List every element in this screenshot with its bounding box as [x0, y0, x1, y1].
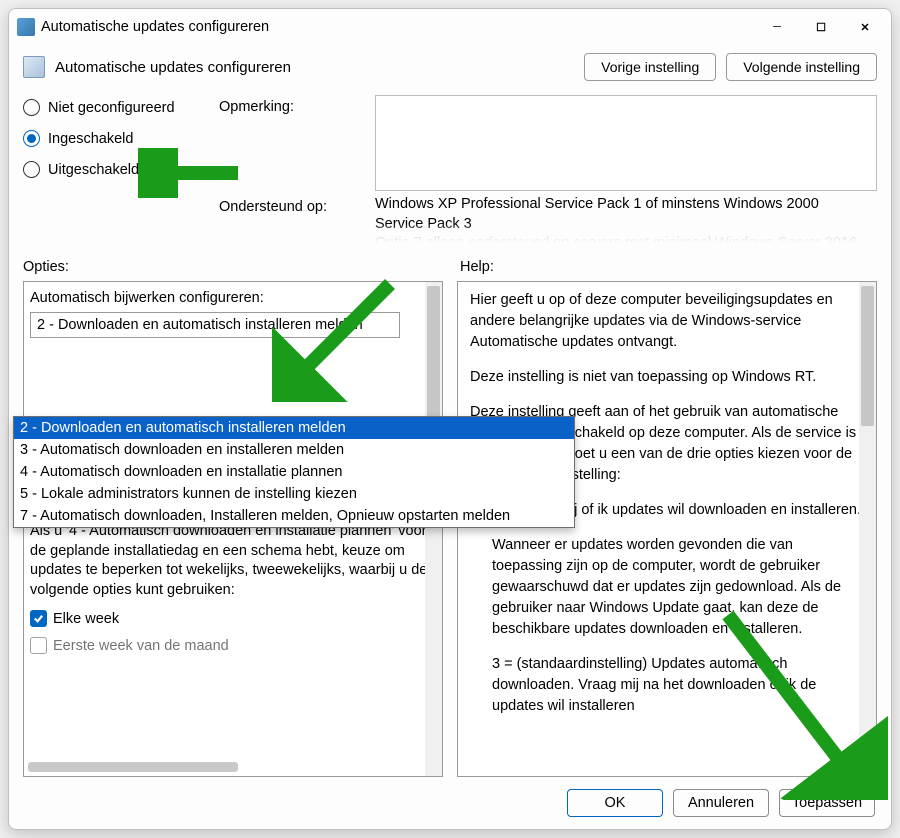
app-icon [17, 18, 35, 36]
titlebar: Automatische updates configureren ─ ☐ ✕ [9, 9, 891, 45]
dropdown-option[interactable]: 4 - Automatisch downloaden en installati… [14, 461, 574, 483]
policy-icon [23, 56, 45, 78]
checkbox-every-week[interactable]: Elke week [30, 610, 436, 627]
comment-label: Opmerking: [219, 95, 369, 191]
options-hscroll[interactable] [28, 762, 238, 772]
help-p1: Hier geeft u op of deze computer beveili… [470, 290, 864, 353]
help-p5: Wanneer er updates worden gevonden die v… [470, 535, 864, 640]
checkbox-label: Eerste week van de maand [53, 638, 229, 654]
dialog-title: Automatische updates configureren [55, 59, 574, 76]
dropdown-option[interactable]: 7 - Automatisch downloaden, Installeren … [14, 505, 574, 527]
dropdown-option[interactable]: 2 - Downloaden en automatisch installere… [14, 417, 574, 439]
state-radio-group: Niet geconfigureerd Ingeschakeld Uitgesc… [23, 95, 213, 191]
checkbox-icon [30, 610, 47, 627]
cancel-button[interactable]: Annuleren [673, 789, 769, 817]
state-area: Niet geconfigureerd Ingeschakeld Uitgesc… [9, 91, 891, 249]
dropdown-option[interactable]: 3 - Automatisch downloaden en installere… [14, 439, 574, 461]
apply-button[interactable]: Toepassen [779, 789, 875, 817]
configure-label: Automatisch bijwerken configureren: [30, 290, 436, 306]
radio-disabled[interactable]: Uitgeschakeld [23, 161, 213, 178]
comment-textarea[interactable] [375, 95, 877, 191]
radio-icon [23, 99, 40, 116]
radio-enabled[interactable]: Ingeschakeld [23, 130, 213, 147]
section-labels: Opties: Help: [9, 249, 891, 277]
close-button[interactable]: ✕ [843, 11, 887, 43]
options-pane: Automatisch bijwerken configureren: 2 - … [23, 281, 443, 777]
checkbox-icon [30, 637, 47, 654]
configure-select[interactable]: 2 - Downloaden en automatisch installere… [30, 312, 400, 338]
supported-label: Ondersteund op: [219, 195, 369, 243]
help-section-label: Help: [460, 259, 877, 275]
options-scrollbar[interactable] [425, 282, 442, 776]
radio-label: Ingeschakeld [48, 131, 133, 147]
options-note: Als u '4 - Automatisch downloaden en ins… [30, 522, 436, 600]
radio-not-configured[interactable]: Niet geconfigureerd [23, 99, 213, 116]
radio-icon [23, 130, 40, 147]
options-section-label: Opties: [23, 259, 440, 275]
configure-select-dropdown[interactable]: 2 - Downloaden en automatisch installere… [13, 416, 575, 528]
ok-button[interactable]: OK [567, 789, 663, 817]
radio-label: Uitgeschakeld [48, 162, 139, 178]
dialog-header: Automatische updates configureren Vorige… [9, 45, 891, 91]
help-scrollbar[interactable] [859, 282, 876, 776]
maximize-button[interactable]: ☐ [799, 11, 843, 43]
help-p6: 3 = (standaardinstelling) Updates automa… [470, 654, 864, 717]
radio-icon [23, 161, 40, 178]
previous-setting-button[interactable]: Vorige instelling [584, 53, 716, 81]
help-p2: Deze instelling is niet van toepassing o… [470, 367, 864, 388]
supported-text: Windows XP Professional Service Pack 1 o… [375, 195, 877, 243]
help-pane: Hier geeft u op of deze computer beveili… [457, 281, 877, 777]
radio-label: Niet geconfigureerd [48, 100, 175, 116]
minimize-button[interactable]: ─ [755, 11, 799, 43]
checkbox-label: Elke week [53, 611, 119, 627]
dropdown-option[interactable]: 5 - Lokale administrators kunnen de inst… [14, 483, 574, 505]
checkbox-first-week[interactable]: Eerste week van de maand [30, 637, 436, 654]
window-title: Automatische updates configureren [41, 19, 755, 35]
dialog-footer: OK Annuleren Toepassen [9, 777, 891, 829]
next-setting-button[interactable]: Volgende instelling [726, 53, 877, 81]
